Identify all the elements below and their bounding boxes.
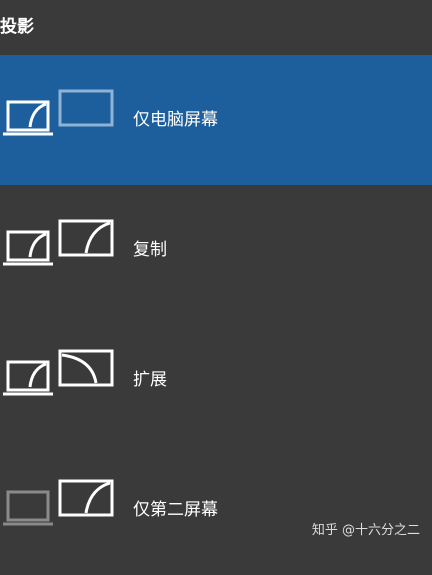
option-extend[interactable]: 扩展 [0, 315, 432, 445]
option-label: 扩展 [133, 370, 167, 390]
panel-title: 投影 [0, 17, 34, 37]
second-screen-only-icon [0, 475, 120, 545]
option-duplicate[interactable]: 复制 [0, 185, 432, 315]
extend-icon [0, 345, 120, 415]
duplicate-icon [0, 215, 120, 285]
option-label: 复制 [133, 240, 167, 260]
option-label: 仅电脑屏幕 [133, 110, 218, 130]
option-pc-screen-only[interactable]: 仅电脑屏幕 [0, 55, 432, 185]
pc-screen-only-icon [0, 85, 120, 155]
option-second-screen-only[interactable]: 仅第二屏幕 [0, 445, 432, 575]
watermark-text: 知乎 @十六分之二 [311, 523, 420, 538]
option-label: 仅第二屏幕 [133, 500, 218, 520]
